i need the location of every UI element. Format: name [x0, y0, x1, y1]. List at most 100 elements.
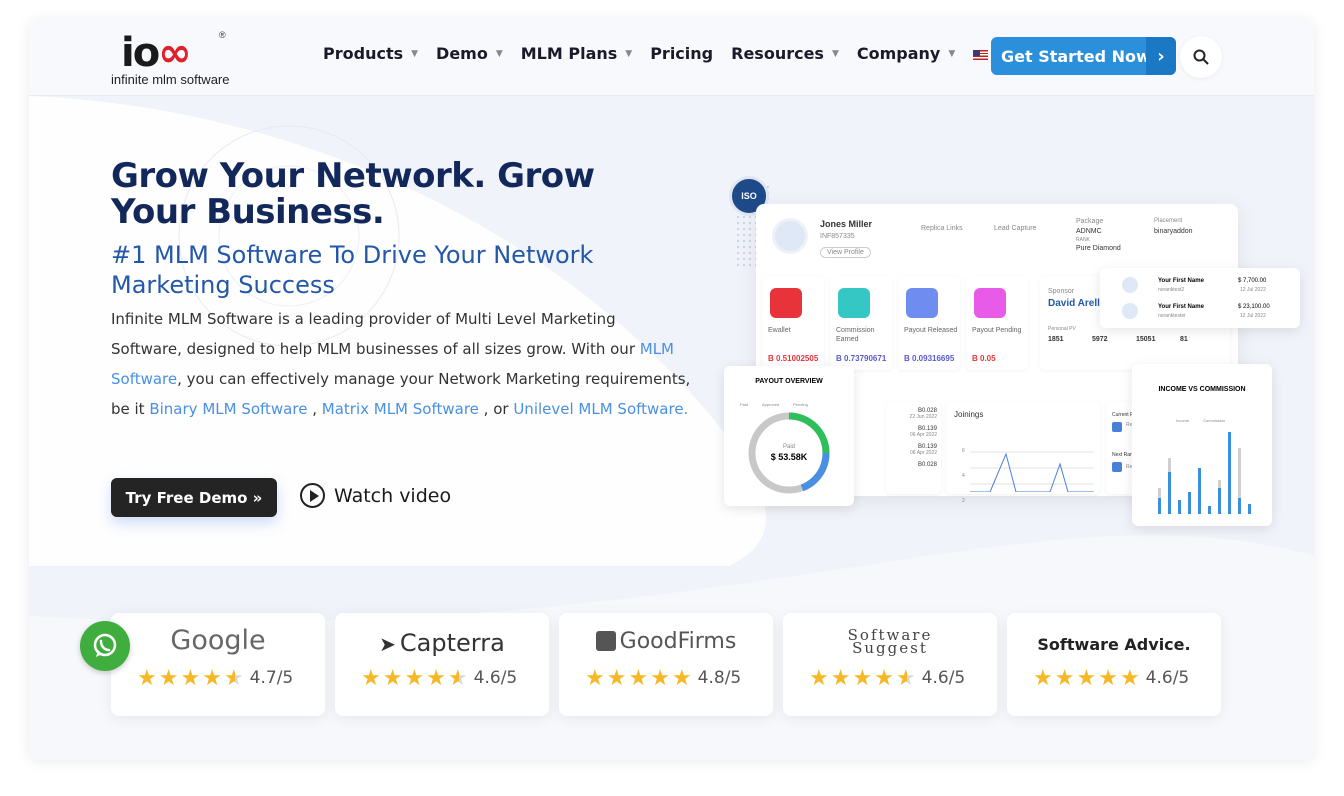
tile-label: Payout Pending	[972, 327, 1022, 334]
nav-label: Resources	[731, 44, 824, 63]
star-icon: ★	[137, 665, 157, 690]
nav-mlm-plans[interactable]: MLM Plans ▼	[521, 44, 632, 63]
capterra-label: Capterra	[399, 629, 505, 657]
transaction-date: 06 Apr 2022	[910, 432, 937, 438]
watch-video-button[interactable]: Watch video	[300, 483, 451, 508]
review-card-software-suggest[interactable]: Software Suggest ★ ★ ★ ★ ★ 4.6/5	[783, 613, 997, 716]
star-icon: ★	[628, 665, 649, 690]
earner-date: 12 Jul 2022	[1240, 313, 1266, 319]
chevron-down-icon: ▼	[625, 48, 633, 59]
tile-value: B 0.73790671	[836, 354, 887, 363]
tile-value: B 0.05	[972, 354, 996, 363]
main-nav: Products ▼ Demo ▼ MLM Plans ▼ Pricing Resou…	[323, 44, 1021, 63]
star-icon: ★	[671, 665, 692, 690]
legend-item: Commission	[1203, 418, 1226, 423]
rating-score: 4.7/5	[249, 668, 294, 688]
star-icon: ★	[874, 665, 894, 690]
logo[interactable]: io∞ ® infinite mlm software	[111, 30, 241, 87]
tile-label: Ewallet	[768, 327, 791, 334]
review-card-capterra[interactable]: ➤ Capterra ★ ★ ★ ★ ★ 4.6/5	[335, 613, 549, 716]
star-icon: ★	[852, 665, 873, 690]
star-icon: ★	[361, 665, 381, 690]
commission-icon	[838, 288, 870, 318]
rating-score: 4.6/5	[473, 668, 518, 688]
star-icon: ★	[202, 665, 222, 690]
review-card-google[interactable]: Google ★ ★ ★ ★ ★ 4.7/5	[111, 613, 325, 716]
star-icon: ★	[809, 665, 829, 690]
nav-label: Company	[856, 44, 941, 63]
software-suggest-logo: Software Suggest	[847, 626, 933, 657]
nav-products[interactable]: Products ▼	[323, 44, 418, 63]
earner-name: Your First Name	[1158, 304, 1204, 310]
star-icon: ★	[1076, 665, 1097, 690]
whatsapp-button[interactable]	[80, 621, 130, 671]
y-tick: 4	[962, 473, 965, 479]
y-tick: 6	[962, 448, 965, 454]
legend-item: Income	[1176, 418, 1190, 423]
star-icon: ★	[1098, 665, 1118, 690]
nav-company[interactable]: Company ▼	[857, 44, 955, 63]
legend-item: Pending	[793, 402, 808, 407]
review-card-goodfirms[interactable]: GoodFirms ★ ★ ★ ★ ★ 4.8/5	[559, 613, 773, 716]
chevron-down-icon: ▼	[948, 48, 956, 59]
star-icon: ★	[382, 665, 403, 690]
try-free-demo-button[interactable]: Try Free Demo »	[111, 478, 277, 517]
earner-date: 12 Jul 2022	[1240, 287, 1266, 293]
tile-value: B 0.51002505	[768, 354, 819, 363]
nav-resources[interactable]: Resources ▼	[731, 44, 839, 63]
earner-amount: $ 23,100.00	[1238, 304, 1270, 310]
star-icon: ★	[426, 665, 446, 690]
tile-value: B 0.09316695	[904, 354, 955, 363]
link-binary-mlm[interactable]: Binary MLM Software	[149, 400, 307, 418]
star-icon: ★	[830, 665, 851, 690]
half-star-icon: ★	[447, 665, 468, 690]
star-icon: ★	[1119, 665, 1140, 690]
legend-item: Approved	[762, 402, 780, 407]
package-label: Package	[1076, 218, 1104, 225]
capterra-logo: ➤ Capterra	[335, 629, 549, 657]
nav-pricing[interactable]: Pricing	[650, 44, 713, 63]
joinings-card: Joinings 6 4 2	[946, 402, 1100, 504]
payout-legend: Paid Approved Pending	[740, 402, 808, 407]
review-card-software-advice[interactable]: Software Advice. ★ ★ ★ ★ ★ 4.6/5	[1007, 613, 1221, 716]
google-logo: Google	[170, 625, 266, 656]
capterra-icon: ➤	[379, 632, 396, 656]
link-matrix-mlm[interactable]: Matrix MLM Software	[322, 400, 479, 418]
star-icon	[1112, 422, 1122, 432]
nav-label: MLM Plans	[520, 44, 618, 63]
page-frame: io∞ ® infinite mlm software Products ▼ De…	[29, 18, 1314, 760]
site-header: io∞ ® infinite mlm software Products ▼ De…	[29, 18, 1314, 96]
goodfirms-logo: GoodFirms	[559, 629, 773, 654]
star-icon: ★	[585, 665, 605, 690]
avatar	[1122, 303, 1138, 319]
nav-label: Demo	[436, 44, 488, 63]
income-title: INCOME VS COMMISSION	[1158, 386, 1246, 393]
earner-user: noranktester	[1158, 313, 1186, 319]
tile-label: Commission Earned	[836, 327, 875, 343]
transactions-list: B0.028 22 Jun 2022 B0.139 06 Apr 2022 B0.1…	[886, 402, 941, 494]
group-pv: 5972	[1092, 336, 1108, 343]
star-icon: ★	[404, 665, 425, 690]
rating-row: ★ ★ ★ ★ ★ 4.6/5	[1033, 667, 1189, 689]
package-value: ADNMC	[1076, 228, 1102, 235]
transaction-date: 06 Apr 2022	[910, 450, 937, 456]
right-carry: 81	[1180, 336, 1188, 343]
rating-row: ★ ★ ★ ★ ★ 4.6/5	[361, 667, 517, 689]
link-unilevel-mlm[interactable]: Unilevel MLM Software.	[513, 400, 688, 418]
nav-demo[interactable]: Demo ▼	[436, 44, 503, 63]
profile-id: INF857335	[820, 233, 855, 240]
y-tick: 2	[962, 498, 965, 504]
software-advice-logo: Software Advice.	[1037, 635, 1191, 654]
tile-payout-pending: Payout Pending B 0.05	[966, 276, 1028, 370]
view-profile-button[interactable]: View Profile	[820, 247, 871, 258]
registered-mark: ®	[219, 30, 226, 40]
nav-label: Products	[323, 44, 404, 63]
star-icon: ★	[650, 665, 670, 690]
tile-payout-released: Payout Released B 0.09316695	[898, 276, 960, 370]
star-icon: ★	[180, 665, 201, 690]
payout-overview-card: PAYOUT OVERVIEW Paid Approved Pending Paid…	[724, 366, 854, 506]
search-button[interactable]	[1180, 36, 1222, 78]
transaction-amount: B0.028	[917, 462, 937, 468]
get-started-button[interactable]: Get Started Now ›	[991, 37, 1176, 75]
hero-description: Infinite MLM Software is a leading provi…	[111, 304, 691, 424]
